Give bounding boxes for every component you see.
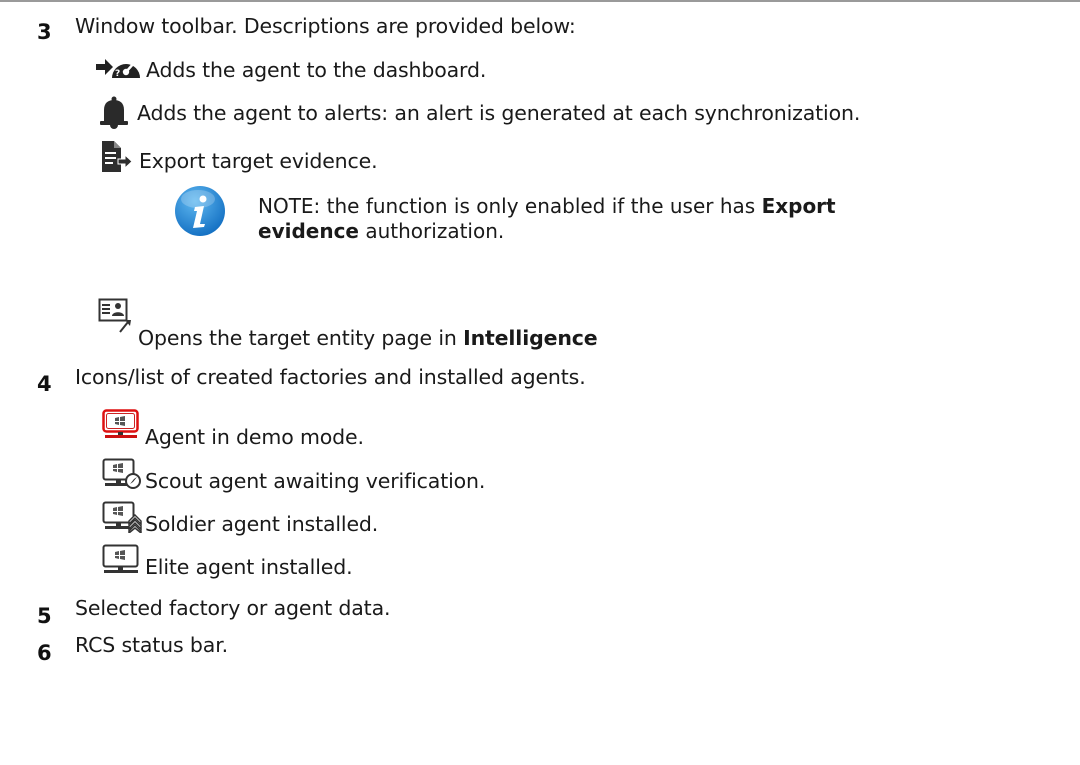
note-line-1: NOTE: the function is only enabled if th… <box>258 194 836 219</box>
note-bold-evidence: evidence <box>258 219 359 243</box>
item-4-text: Icons/list of created factories and inst… <box>75 365 586 389</box>
bell-alert-icon <box>98 96 130 130</box>
info-icon <box>173 184 227 238</box>
agent-demo-icon <box>102 409 140 439</box>
export-evidence-icon <box>101 140 133 174</box>
note-line-2: evidence authorization. <box>258 219 504 244</box>
elite-agent-icon <box>102 544 140 576</box>
icon-desc-export: Export target evidence. <box>139 149 378 173</box>
item-3-text: Window toolbar. Descriptions are provide… <box>75 14 576 38</box>
item-6-text: RCS status bar. <box>75 633 228 657</box>
item-5-text: Selected factory or agent data. <box>75 596 391 620</box>
note-prefix: NOTE: the function is only enabled if th… <box>258 194 762 218</box>
agent-desc-scout: Scout agent awaiting verification. <box>145 469 486 493</box>
item-number-3: 3 <box>37 20 52 44</box>
item-number-6: 6 <box>37 641 52 665</box>
icon-desc-bell: Adds the agent to alerts: an alert is ge… <box>137 101 861 125</box>
icon-desc-target-entity: Opens the target entity page in Intellig… <box>138 326 598 350</box>
item-number-5: 5 <box>37 604 52 628</box>
agent-desc-demo: Agent in demo mode. <box>145 425 364 449</box>
note-bold-export: Export <box>761 194 836 218</box>
note-suffix: authorization. <box>359 219 505 243</box>
agent-desc-elite: Elite agent installed. <box>145 555 353 579</box>
svg-text:?: ? <box>115 69 120 79</box>
icon-desc-dashboard: Adds the agent to the dashboard. <box>146 58 487 82</box>
top-divider <box>0 0 1080 2</box>
target-entity-icon <box>98 298 134 334</box>
scout-agent-icon <box>102 458 142 490</box>
dashboard-add-icon: ? <box>96 54 142 82</box>
soldier-agent-icon <box>102 501 144 535</box>
agent-desc-soldier: Soldier agent installed. <box>145 512 379 536</box>
item-number-4: 4 <box>37 372 52 396</box>
target-entity-text: Opens the target entity page in <box>138 326 464 350</box>
intelligence-bold: Intelligence <box>463 326 598 350</box>
